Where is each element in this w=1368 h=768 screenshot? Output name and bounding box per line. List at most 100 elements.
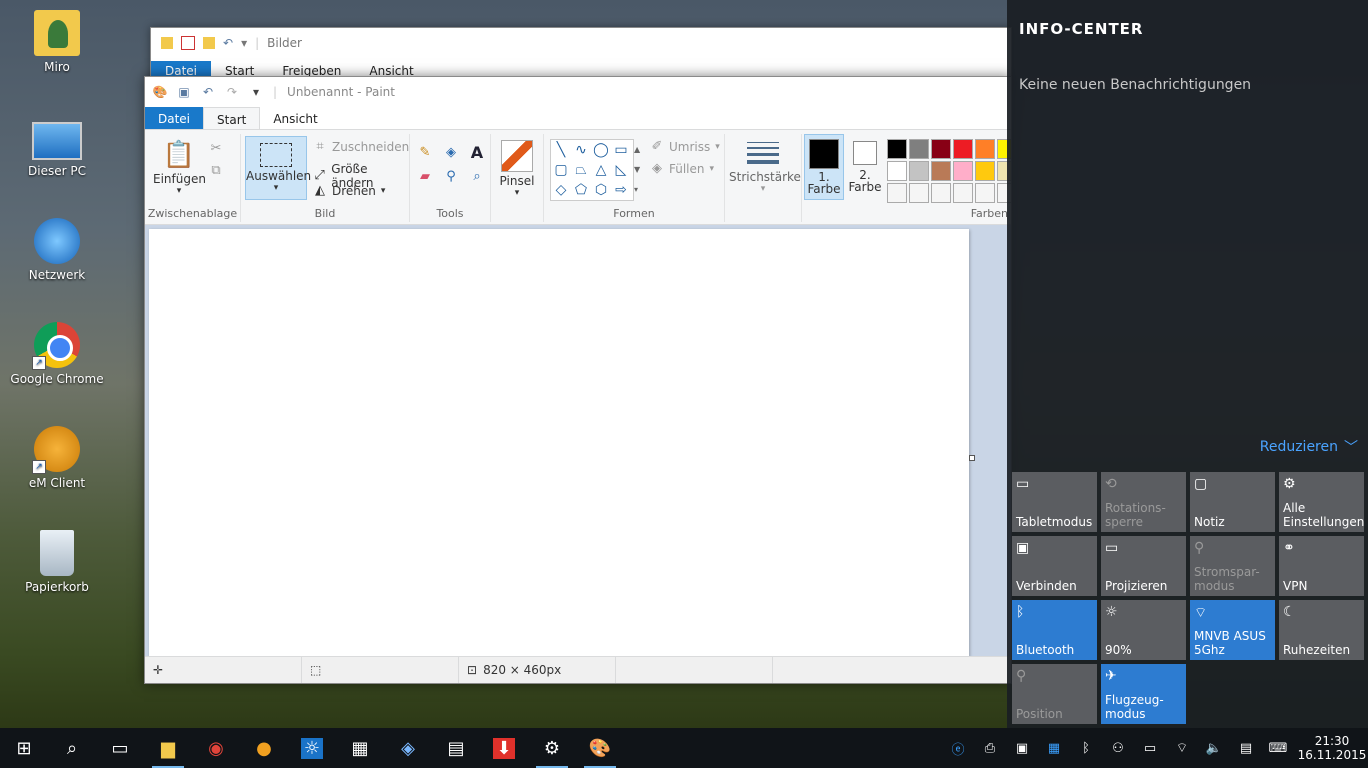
quick-action-tile[interactable]: ☼ 90% — [1101, 600, 1186, 660]
group-size[interactable]: Strichstärke ▾ — [725, 134, 802, 222]
wifi-icon[interactable]: ⌔ — [1168, 740, 1196, 756]
task-view-button[interactable]: ▭ — [96, 728, 144, 768]
magnifier-icon[interactable]: ⌕ — [470, 170, 484, 184]
hexagon-shape-icon[interactable]: ⬡ — [591, 180, 611, 200]
cut-button[interactable]: ✂ — [209, 142, 223, 156]
color-swatch[interactable] — [975, 183, 995, 203]
outline-button[interactable]: ✐ Umriss ▾ — [650, 140, 720, 155]
color-swatch[interactable] — [909, 139, 929, 159]
taskbar-paint[interactable]: 🎨 — [576, 728, 624, 768]
color-picker-icon[interactable]: ⚲ — [444, 170, 458, 184]
color-swatch[interactable] — [909, 183, 929, 203]
group-brushes[interactable]: Pinsel ▾ — [491, 134, 544, 222]
undo-icon[interactable]: ↶ — [201, 85, 215, 99]
desktop-icon-netzwerk[interactable]: Netzwerk — [8, 218, 106, 282]
color-swatch[interactable] — [953, 161, 973, 181]
paste-button[interactable]: 📋 Einfügen ▾ — [153, 138, 206, 196]
line-shape-icon[interactable]: ╲ — [551, 140, 571, 160]
paint-tab-start[interactable]: Start — [203, 107, 261, 129]
color-swatch[interactable] — [975, 139, 995, 159]
volume-icon[interactable]: 🔈 — [1200, 741, 1228, 756]
color-swatch[interactable] — [931, 183, 951, 203]
color-swatch[interactable] — [953, 183, 973, 203]
notification-icon[interactable]: ▤ — [1232, 741, 1260, 756]
desktop-icon-papierkorb[interactable]: Papierkorb — [8, 530, 106, 594]
fill-button[interactable]: ◈ Füllen ▾ — [650, 162, 714, 177]
color-swatch[interactable] — [887, 139, 907, 159]
drive-icon[interactable]: ▣ — [1008, 741, 1036, 756]
quick-action-tile[interactable]: ⌔ MNVB ASUS 5Ghz — [1190, 600, 1275, 660]
taskbar-calendar[interactable]: ▤ — [432, 728, 480, 768]
color-swatch[interactable] — [953, 139, 973, 159]
color-swatch[interactable] — [909, 161, 929, 181]
eraser-icon[interactable]: ▰ — [418, 170, 432, 184]
undo-icon[interactable]: ↶ — [223, 36, 233, 50]
shape-gallery[interactable]: ╲ ∿ ◯ ▭ ▢ ⏢ △ ◺ ◇ ⬠ ⬡ ⇨ — [550, 139, 634, 201]
desktop-icon-google-chrome[interactable]: ↗ Google Chrome — [8, 322, 106, 386]
network-tray-icon[interactable]: ⚇ — [1104, 741, 1132, 756]
edge-tray-icon[interactable]: ⓔ — [944, 739, 972, 758]
select-button[interactable]: Auswählen ▾ — [245, 136, 311, 200]
taskbar-clock[interactable]: 21:30 16.11.2015 — [1296, 734, 1368, 762]
save-icon[interactable]: ▣ — [177, 85, 191, 99]
paint-tab-datei[interactable]: Datei — [145, 107, 204, 129]
taskbar-explorer[interactable]: ▆ — [144, 728, 192, 768]
color-swatch[interactable] — [887, 183, 907, 203]
copy-button[interactable]: ⧉ — [209, 164, 223, 178]
pencil-icon[interactable]: ✎ — [418, 146, 432, 160]
search-button[interactable]: ⌕ — [48, 728, 96, 768]
properties-icon[interactable] — [181, 36, 195, 50]
desktop-icon-em-client[interactable]: ↗ eM Client — [8, 426, 106, 490]
keyboard-icon[interactable]: ⌨ — [1264, 741, 1292, 756]
fill-bucket-icon[interactable]: ◈ — [444, 146, 458, 160]
polygon-shape-icon[interactable]: ⏢ — [571, 160, 591, 180]
pentagon-shape-icon[interactable]: ⬠ — [571, 180, 591, 200]
color2-button[interactable]: 2. Farbe — [846, 134, 884, 198]
quick-action-tile[interactable]: ⚲ Stromspar- modus — [1190, 536, 1275, 596]
oval-shape-icon[interactable]: ◯ — [591, 140, 611, 160]
quick-action-tile[interactable]: ⚭ VPN — [1279, 536, 1364, 596]
brushes-button[interactable]: Pinsel ▾ — [497, 138, 537, 198]
bluetooth-icon[interactable]: ᛒ — [1072, 741, 1100, 756]
app-tray-icon[interactable]: ▦ — [1040, 741, 1068, 756]
desktop-icon-dieser-pc[interactable]: Dieser PC — [8, 114, 106, 178]
quick-action-tile[interactable]: ▢ Notiz — [1190, 472, 1275, 532]
color-swatch[interactable] — [931, 161, 951, 181]
rounded-rectangle-shape-icon[interactable]: ▢ — [551, 160, 571, 180]
arrow-shape-icon[interactable]: ⇨ — [611, 180, 631, 200]
right-triangle-shape-icon[interactable]: ◺ — [611, 160, 631, 180]
rectangle-shape-icon[interactable]: ▭ — [611, 140, 631, 160]
redo-icon[interactable]: ↷ — [225, 85, 239, 99]
paint-window[interactable]: 🎨 ▣ ↶ ↷ ▾ | Unbenannt - Paint Datei Star… — [144, 76, 1012, 684]
text-tool-icon[interactable]: A — [470, 145, 484, 161]
battery-icon[interactable]: ▭ — [1136, 741, 1164, 756]
quick-action-tile[interactable]: ▣ Verbinden — [1012, 536, 1097, 596]
color-swatch[interactable] — [887, 161, 907, 181]
taskbar-downloader[interactable]: ⬇ — [480, 728, 528, 768]
taskbar-settings[interactable]: ⚙ — [528, 728, 576, 768]
taskbar-calculator[interactable]: ▦ — [336, 728, 384, 768]
shape-gallery-scroll[interactable]: ▲ ▼ ▾ — [634, 140, 640, 200]
quick-action-tile[interactable]: ᛒ Bluetooth — [1012, 600, 1097, 660]
quick-action-tile[interactable]: ☾ Ruhezeiten — [1279, 600, 1364, 660]
color1-button[interactable]: 1. Farbe — [804, 134, 844, 200]
collapse-button[interactable]: Reduzieren ﹀ — [1260, 437, 1358, 457]
crop-button[interactable]: ⌗ Zuschneiden — [313, 140, 409, 155]
folder-icon[interactable] — [161, 37, 173, 49]
color-swatch[interactable] — [975, 161, 995, 181]
rotate-button[interactable]: ◭ Drehen ▾ — [313, 184, 385, 199]
taskbar-media-player[interactable]: ◈ — [384, 728, 432, 768]
quick-action-tile[interactable]: ⚙ Alle Einstellungen — [1279, 472, 1364, 532]
canvas-resize-handle[interactable] — [969, 455, 975, 461]
desktop-icon-miro[interactable]: Miro — [8, 10, 106, 74]
taskbar-em-client[interactable]: ● — [240, 728, 288, 768]
printer-icon[interactable]: ⎙ — [976, 741, 1004, 756]
diamond-shape-icon[interactable]: ◇ — [551, 180, 571, 200]
color-swatch[interactable] — [931, 139, 951, 159]
paint-tab-ansicht[interactable]: Ansicht — [260, 107, 330, 129]
triangle-shape-icon[interactable]: △ — [591, 160, 611, 180]
taskbar-weather[interactable]: ☼ — [288, 728, 336, 768]
quick-action-tile[interactable]: ⚲ Position — [1012, 664, 1097, 724]
quick-action-tile[interactable]: ▭ Projizieren — [1101, 536, 1186, 596]
start-button[interactable]: ⊞ — [0, 728, 48, 768]
